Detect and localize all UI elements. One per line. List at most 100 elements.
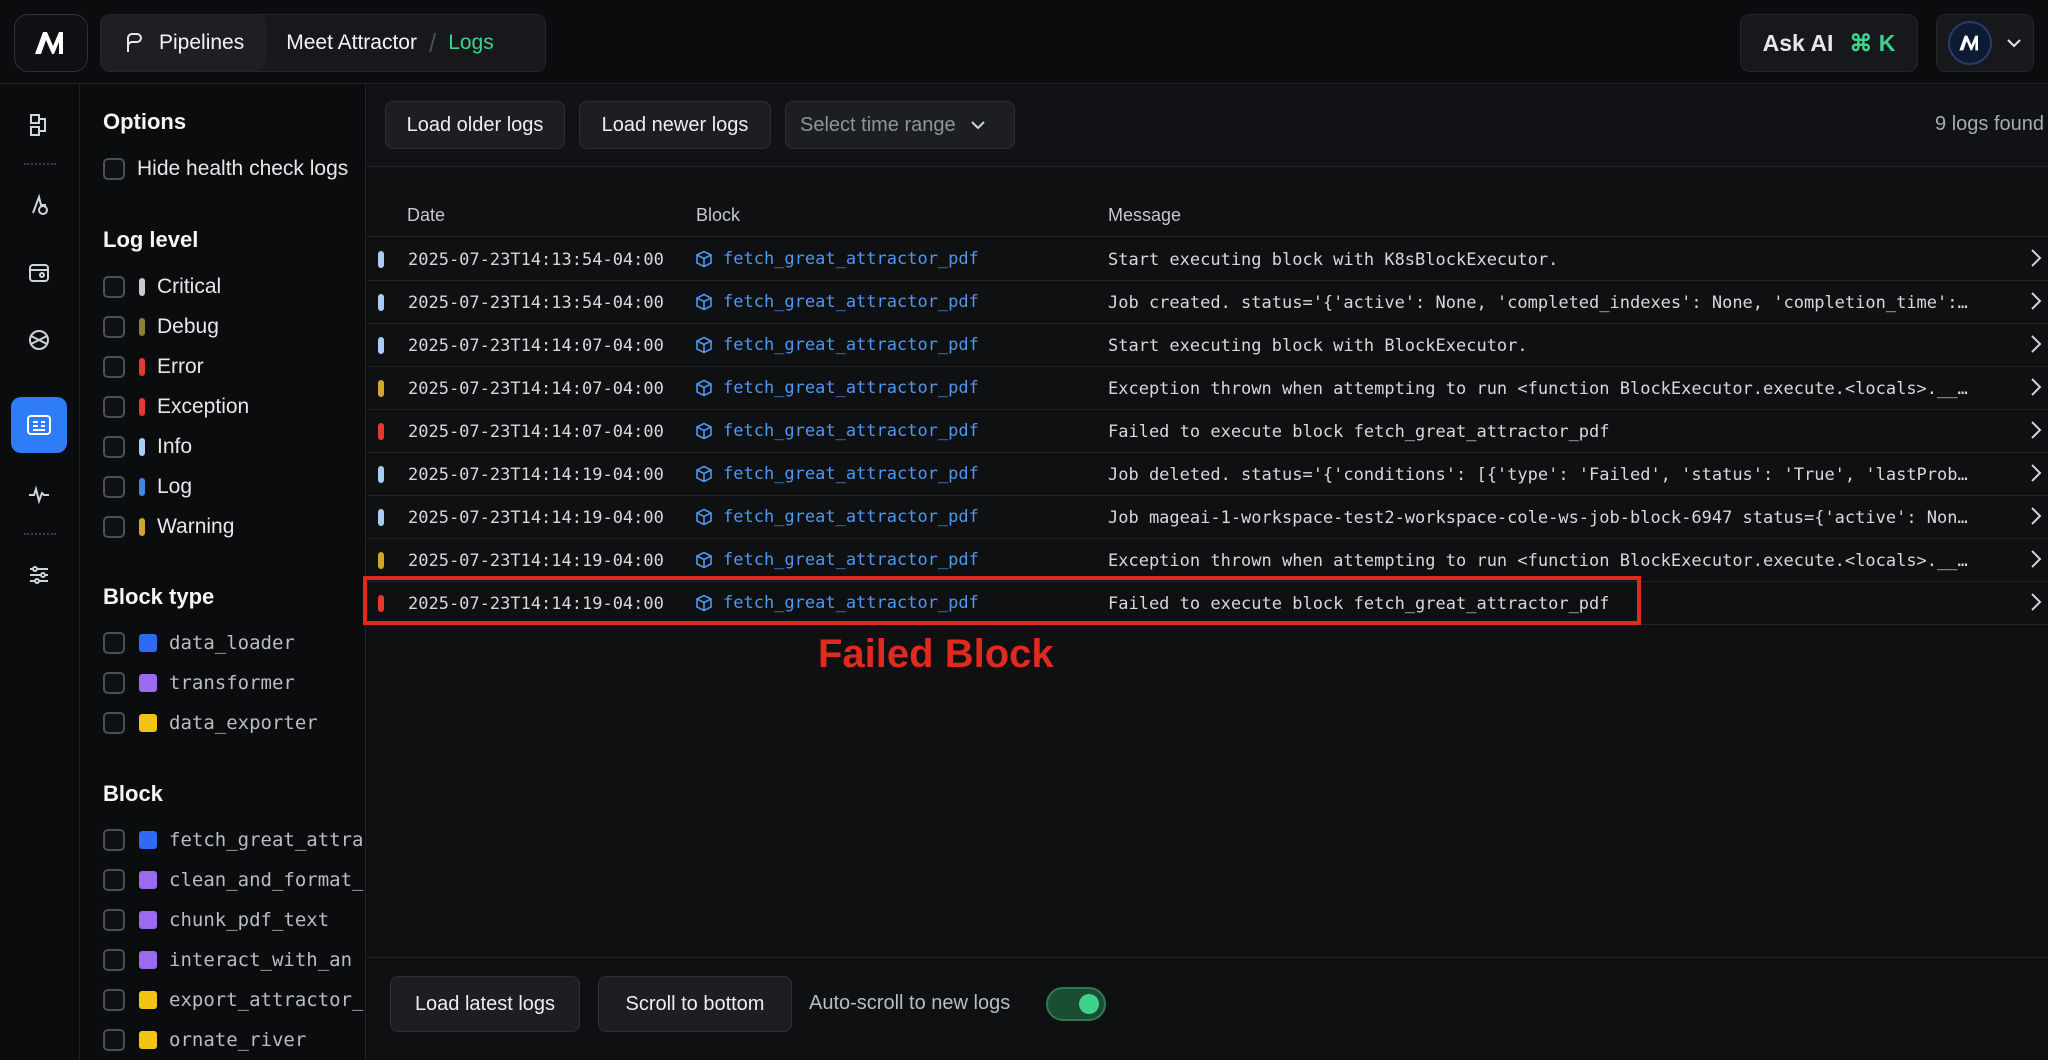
log-date: 2025-07-23T14:14:19-04:00 (408, 465, 664, 485)
log-block-name: fetch_great_attractor_pdf (723, 507, 979, 527)
log-block-link[interactable]: fetch_great_attractor_pdf (695, 249, 979, 269)
triggers-nav-icon[interactable] (18, 184, 60, 226)
load-older-logs-button[interactable]: Load older logs (385, 101, 565, 149)
time-range-select[interactable]: Select time range (785, 101, 1015, 149)
hide-health-check-checkbox[interactable] (103, 158, 125, 180)
log-level-label: Debug (157, 315, 219, 338)
hide-health-check-option[interactable]: Hide health check logs (103, 157, 348, 181)
log-level-option-critical[interactable]: Critical (103, 275, 221, 299)
chevron-right-icon[interactable] (2030, 419, 2042, 441)
block-type-option-data-loader[interactable]: data_loader (103, 632, 295, 654)
log-level-option-log[interactable]: Log (103, 475, 192, 499)
chevron-right-icon[interactable] (2030, 505, 2042, 527)
chevron-right-icon[interactable] (2030, 333, 2042, 355)
log-block-link[interactable]: fetch_great_attractor_pdf (695, 464, 979, 484)
globe-nav-icon[interactable] (18, 319, 60, 361)
log-level-checkbox[interactable] (103, 436, 125, 458)
log-level-option-error[interactable]: Error (103, 355, 204, 379)
log-level-indicator (378, 380, 384, 397)
log-block-link[interactable]: fetch_great_attractor_pdf (695, 378, 979, 398)
block-type-checkbox[interactable] (103, 672, 125, 694)
pipelines-nav-icon[interactable] (18, 104, 60, 146)
chevron-right-icon[interactable] (2030, 548, 2042, 570)
mage-logo[interactable] (14, 14, 88, 72)
block-type-checkbox[interactable] (103, 632, 125, 654)
block-type-option-data-exporter[interactable]: data_exporter (103, 712, 318, 734)
block-option[interactable]: interact_with_an (103, 949, 352, 971)
block-option[interactable]: export_attractor_ (103, 989, 363, 1011)
log-level-checkbox[interactable] (103, 356, 125, 378)
icon-rail (0, 85, 80, 1060)
log-level-option-info[interactable]: Info (103, 435, 192, 459)
log-block-link[interactable]: fetch_great_attractor_pdf (695, 421, 979, 441)
log-block-link[interactable]: fetch_great_attractor_pdf (695, 292, 979, 312)
logs-toolbar: Load older logs Load newer logs Select t… (367, 85, 2048, 167)
ask-ai-button[interactable]: Ask AI ⌘ K (1740, 14, 1918, 72)
user-menu[interactable] (1936, 14, 2034, 72)
chevron-right-icon[interactable] (2030, 376, 2042, 398)
monitor-nav-icon[interactable] (18, 474, 60, 516)
settings-nav-icon[interactable] (18, 554, 60, 596)
log-message: Exception thrown when attempting to run … (1108, 551, 1968, 571)
log-level-checkbox[interactable] (103, 476, 125, 498)
scroll-to-bottom-button[interactable]: Scroll to bottom (598, 976, 792, 1032)
avatar (1948, 21, 1992, 65)
chevron-right-icon[interactable] (2030, 247, 2042, 269)
ask-ai-label: Ask AI (1762, 29, 1834, 56)
block-option[interactable]: clean_and_format_ (103, 869, 363, 891)
table-row[interactable]: 2025-07-23T14:13:54-04:00 fetch_great_att… (367, 281, 2048, 324)
block-type-color (139, 714, 157, 732)
log-level-label: Exception (157, 395, 250, 418)
log-level-checkbox[interactable] (103, 316, 125, 338)
table-row[interactable]: 2025-07-23T14:14:07-04:00 fetch_great_att… (367, 410, 2048, 453)
auto-scroll-toggle[interactable] (1046, 987, 1106, 1021)
log-message: Exception thrown when attempting to run … (1108, 379, 1968, 399)
block-checkbox[interactable] (103, 909, 125, 931)
log-level-checkbox[interactable] (103, 396, 125, 418)
load-latest-logs-button[interactable]: Load latest logs (390, 976, 580, 1032)
chevron-right-icon[interactable] (2030, 591, 2042, 613)
log-block-link[interactable]: fetch_great_attractor_pdf (695, 550, 979, 570)
block-option[interactable]: ornate_river (103, 1029, 306, 1051)
column-message: Message (1108, 205, 1182, 225)
table-row[interactable]: 2025-07-23T14:14:07-04:00 fetch_great_att… (367, 324, 2048, 367)
block-color (139, 1031, 157, 1049)
block-color (139, 831, 157, 849)
log-block-link[interactable]: fetch_great_attractor_pdf (695, 335, 979, 355)
block-type-option-transformer[interactable]: transformer (103, 672, 295, 694)
log-level-option-debug[interactable]: Debug (103, 315, 219, 339)
block-type-checkbox[interactable] (103, 712, 125, 734)
table-row[interactable]: 2025-07-23T14:14:07-04:00 fetch_great_att… (367, 367, 2048, 410)
log-block-name: fetch_great_attractor_pdf (723, 335, 979, 355)
chevron-right-icon[interactable] (2030, 290, 2042, 312)
breadcrumb-pipelines[interactable]: Pipelines (101, 15, 267, 71)
logs-nav-icon[interactable] (11, 397, 67, 453)
blocks-nav-icon[interactable] (18, 252, 60, 294)
log-level-checkbox[interactable] (103, 516, 125, 538)
log-level-indicator (378, 294, 384, 311)
log-block-name: fetch_great_attractor_pdf (723, 550, 979, 570)
block-checkbox[interactable] (103, 1029, 125, 1051)
block-option[interactable]: fetch_great_attra (103, 829, 363, 851)
load-newer-logs-button[interactable]: Load newer logs (579, 101, 771, 149)
block-option[interactable]: chunk_pdf_text (103, 909, 329, 931)
chevron-right-icon[interactable] (2030, 462, 2042, 484)
log-level-option-exception[interactable]: Exception (103, 395, 249, 419)
table-row[interactable]: 2025-07-23T14:13:54-04:00 fetch_great_att… (367, 238, 2048, 281)
block-checkbox[interactable] (103, 949, 125, 971)
log-message: Job mageai-1-workspace-test2-workspace-c… (1108, 508, 1968, 528)
chevron-down-icon (2007, 39, 2021, 48)
table-row[interactable]: 2025-07-23T14:14:19-04:00 fetch_great_att… (367, 453, 2048, 496)
block-checkbox[interactable] (103, 869, 125, 891)
log-block-link[interactable]: fetch_great_attractor_pdf (695, 507, 979, 527)
block-type-label: transformer (169, 672, 295, 694)
block-checkbox[interactable] (103, 829, 125, 851)
breadcrumb-project[interactable]: Meet Attractor (286, 31, 417, 55)
block-type-color (139, 634, 157, 652)
block-label: export_attractor_ (169, 989, 364, 1011)
log-level-option-warning[interactable]: Warning (103, 515, 234, 539)
log-level-checkbox[interactable] (103, 276, 125, 298)
table-row[interactable]: 2025-07-23T14:14:19-04:00 fetch_great_att… (367, 496, 2048, 539)
block-type-color (139, 674, 157, 692)
block-checkbox[interactable] (103, 989, 125, 1011)
